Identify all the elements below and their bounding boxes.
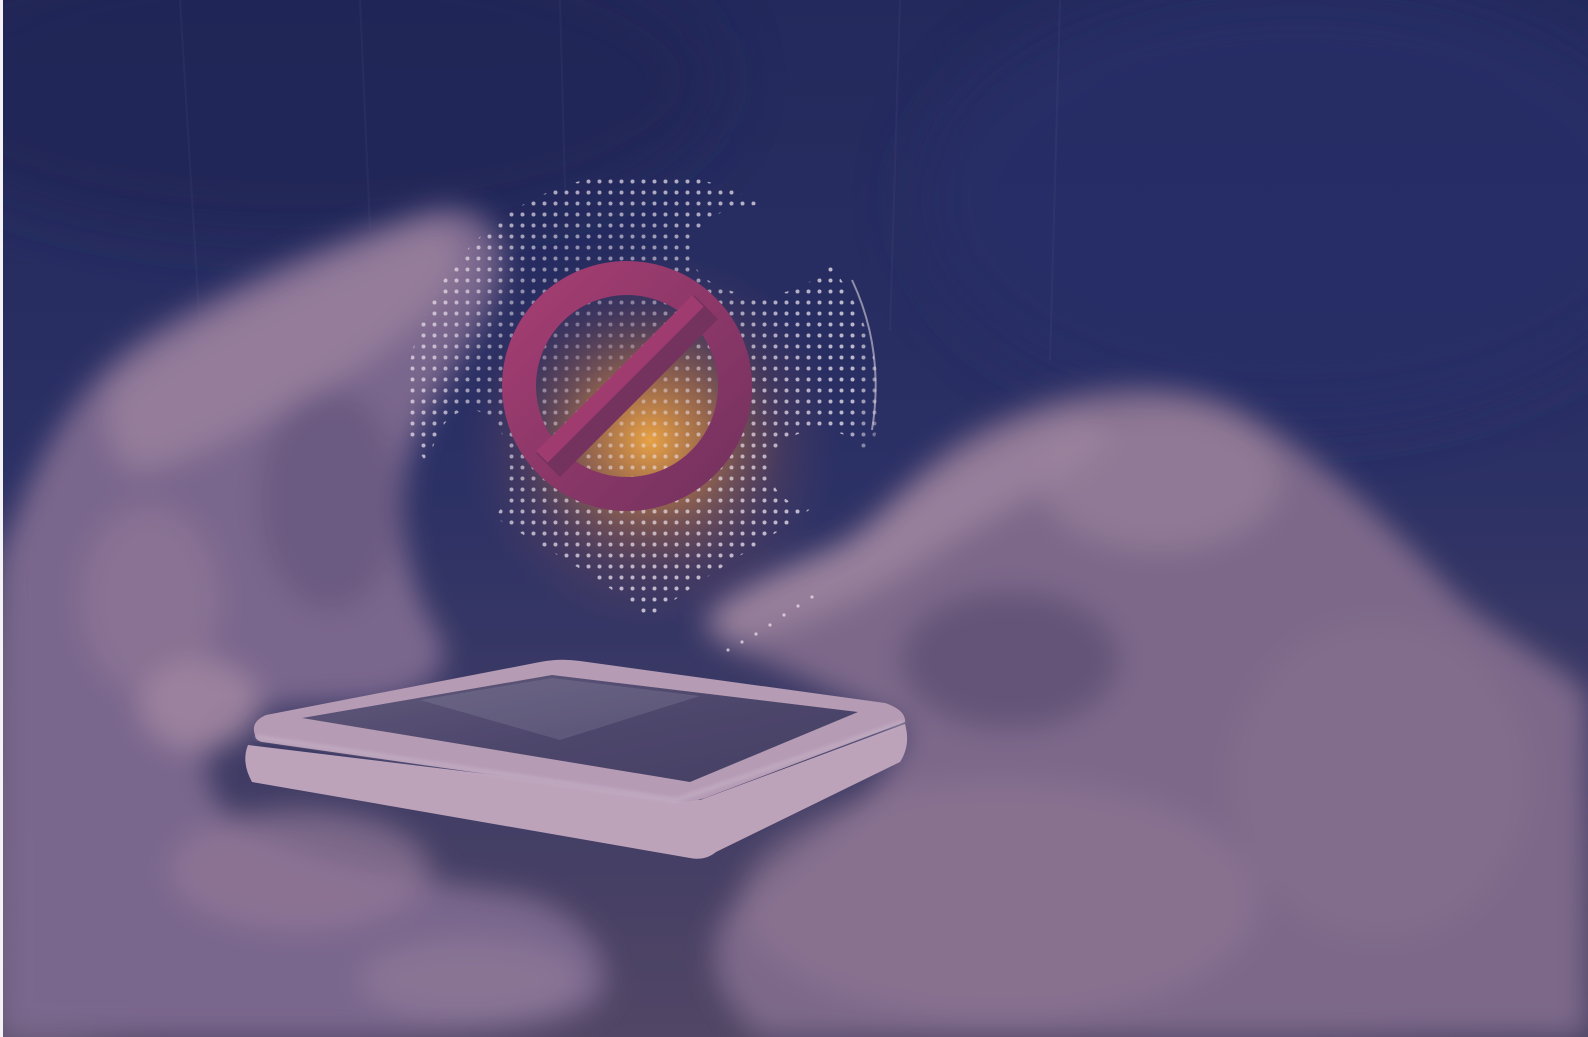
left-edge-strip bbox=[0, 0, 3, 1037]
hero-photo bbox=[0, 0, 1588, 1037]
